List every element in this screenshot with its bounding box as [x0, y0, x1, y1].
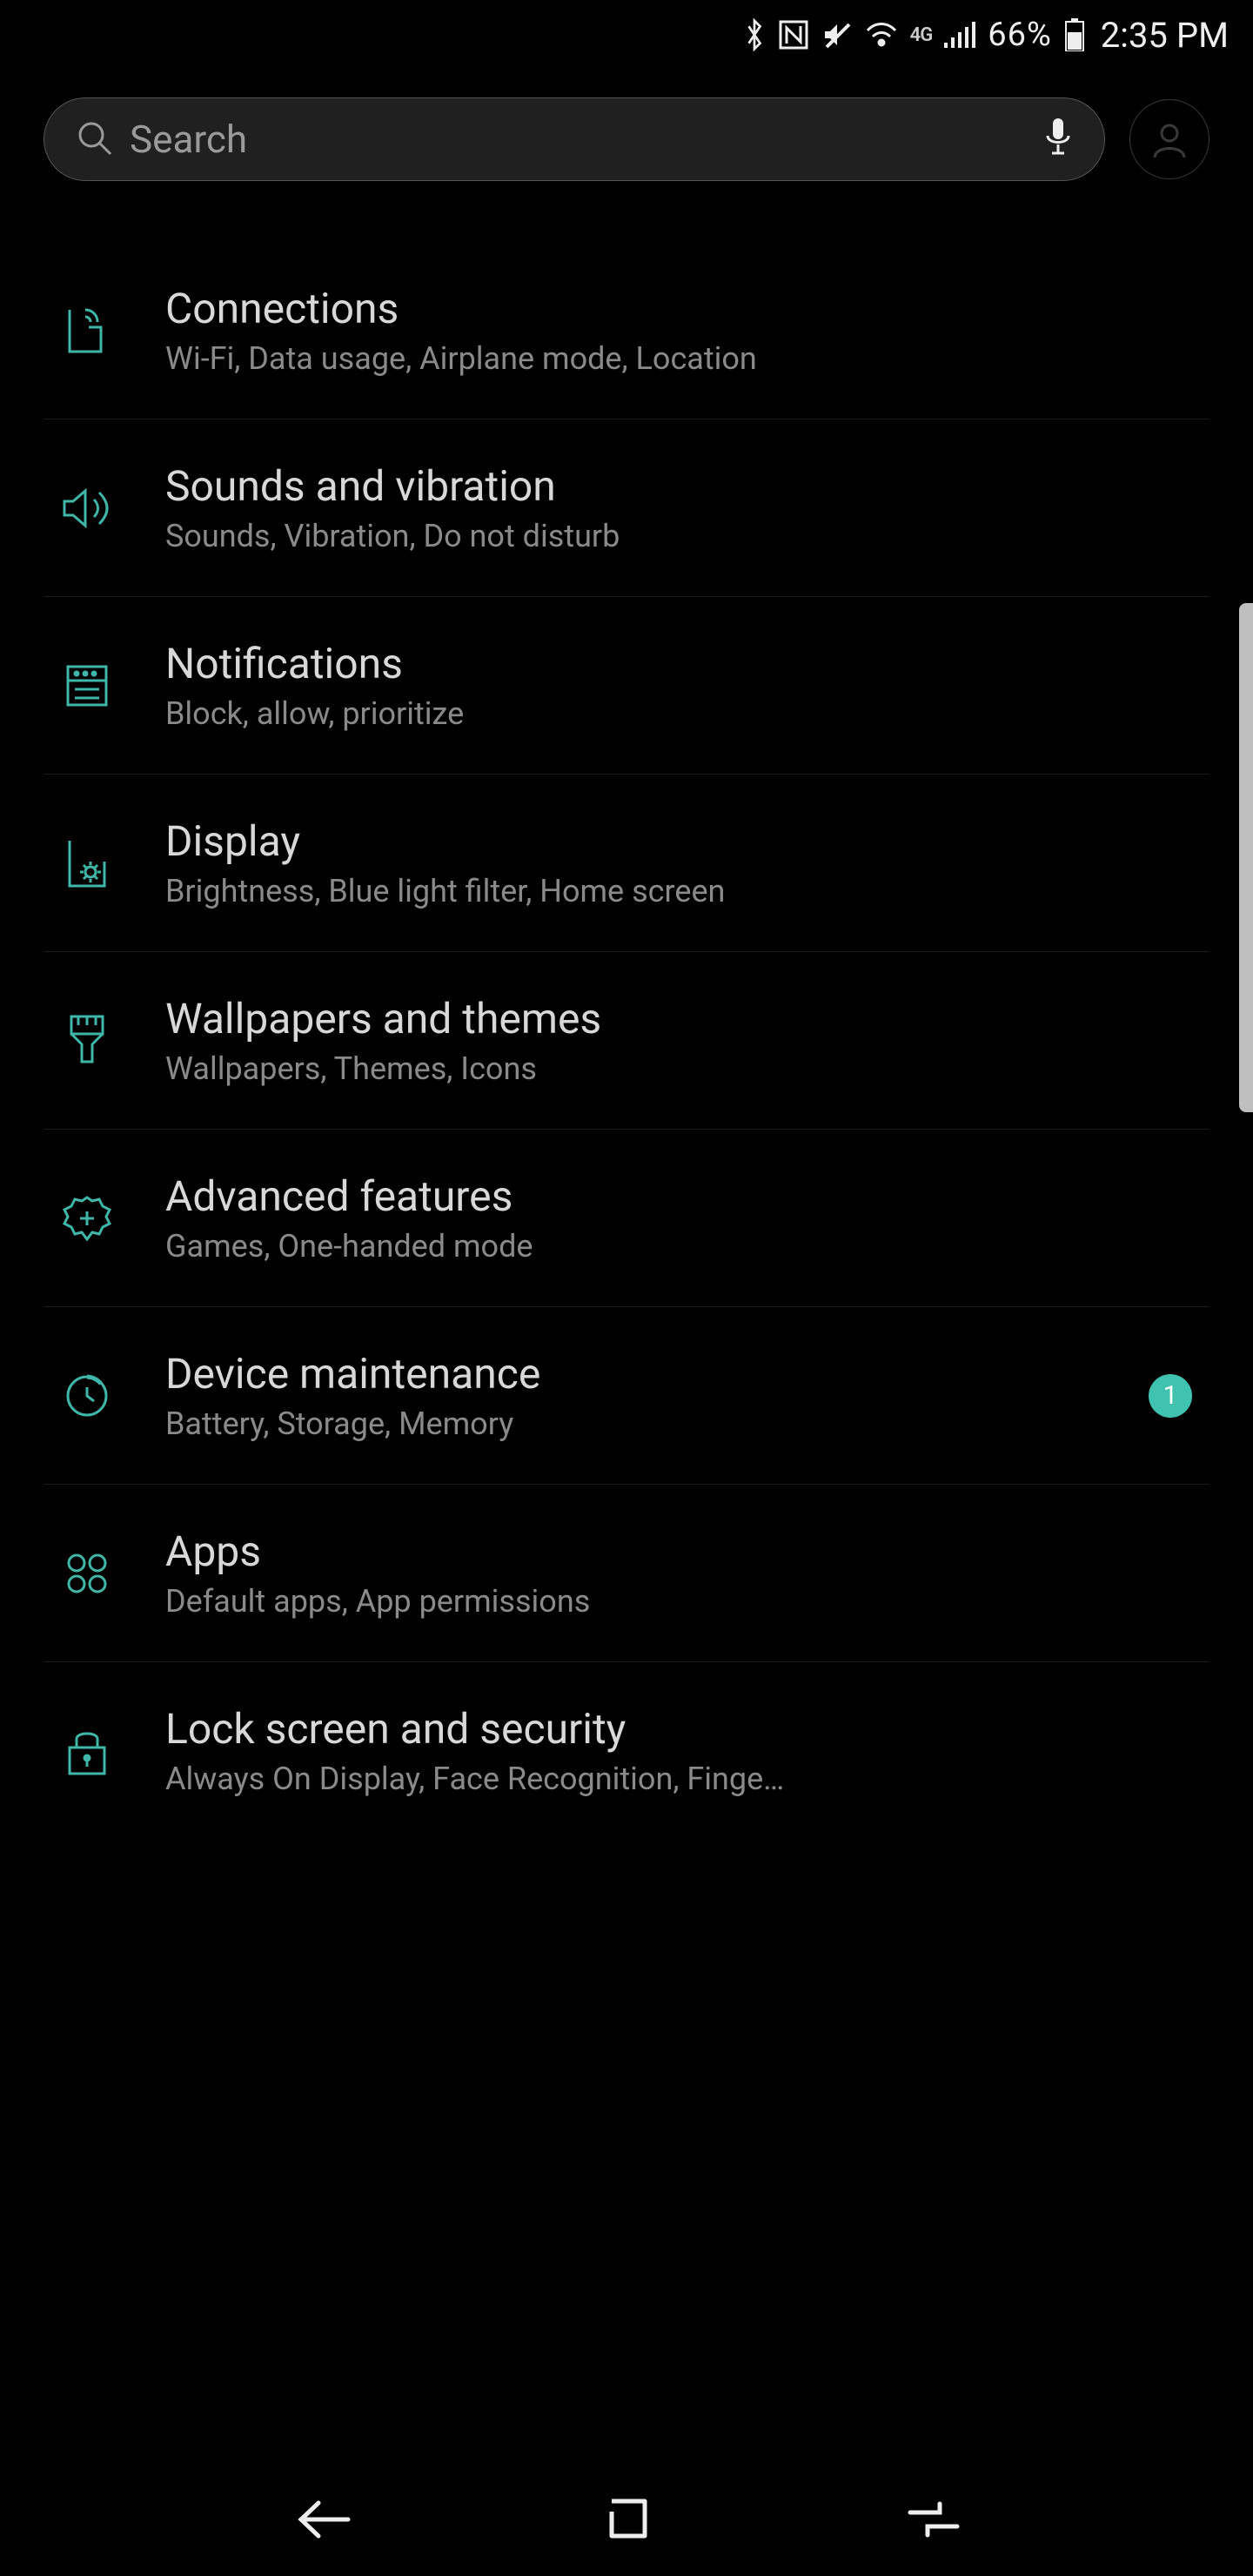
- settings-item-subtitle: Sounds, Vibration, Do not disturb: [165, 518, 1209, 554]
- back-button[interactable]: [291, 2496, 352, 2543]
- settings-item-title: Sounds and vibration: [165, 461, 1209, 511]
- settings-item-wallpapers[interactable]: Wallpapers and themes Wallpapers, Themes…: [44, 952, 1209, 1130]
- settings-item-advanced[interactable]: Advanced features Games, One-handed mode: [44, 1130, 1209, 1307]
- settings-item-subtitle: Games, One-handed mode: [165, 1228, 1209, 1265]
- lock-icon: [52, 1716, 122, 1786]
- settings-item-title: Advanced features: [165, 1171, 1209, 1221]
- settings-item-title: Lock screen and security: [165, 1704, 1209, 1754]
- gear-plus-icon: [52, 1184, 122, 1253]
- home-button[interactable]: [603, 2494, 653, 2545]
- brush-icon: [52, 1006, 122, 1076]
- settings-item-maintenance[interactable]: Device maintenance Battery, Storage, Mem…: [44, 1307, 1209, 1485]
- microphone-icon[interactable]: [1043, 117, 1073, 162]
- bluetooth-icon: [743, 17, 766, 52]
- settings-item-sounds[interactable]: Sounds and vibration Sounds, Vibration, …: [44, 419, 1209, 597]
- scrollbar-thumb[interactable]: [1239, 603, 1253, 1112]
- recents-button[interactable]: [905, 2500, 962, 2539]
- settings-item-title: Notifications: [165, 639, 1209, 688]
- network-type-icon: 4G: [910, 24, 933, 46]
- status-bar: 4G 66% 2:35 PM: [0, 0, 1253, 70]
- connections-icon: [52, 296, 122, 366]
- settings-item-connections[interactable]: Connections Wi-Fi, Data usage, Airplane …: [44, 242, 1209, 419]
- search-placeholder: Search: [130, 117, 1026, 162]
- apps-icon: [52, 1539, 122, 1608]
- settings-item-title: Connections: [165, 284, 1209, 333]
- settings-item-title: Display: [165, 816, 1209, 866]
- battery-icon: [1064, 18, 1085, 51]
- mute-icon: [821, 19, 853, 50]
- display-icon: [52, 828, 122, 898]
- settings-item-apps[interactable]: Apps Default apps, App permissions: [44, 1485, 1209, 1662]
- settings-item-subtitle: Brightness, Blue light filter, Home scre…: [165, 873, 1209, 909]
- search-row: Search: [0, 97, 1253, 181]
- battery-percent: 66%: [988, 16, 1052, 54]
- settings-item-subtitle: Always On Display, Face Recognition, Fin…: [165, 1761, 1209, 1797]
- settings-item-title: Device maintenance: [165, 1349, 1105, 1399]
- notification-badge: 1: [1149, 1374, 1192, 1418]
- settings-item-subtitle: Wi-Fi, Data usage, Airplane mode, Locati…: [165, 340, 1209, 377]
- settings-item-display[interactable]: Display Brightness, Blue light filter, H…: [44, 775, 1209, 952]
- settings-item-title: Apps: [165, 1526, 1209, 1576]
- nfc-icon: [778, 19, 809, 50]
- profile-button[interactable]: [1129, 99, 1209, 179]
- sound-icon: [52, 473, 122, 543]
- clock-text: 2:35 PM: [1101, 15, 1229, 56]
- settings-item-lockscreen[interactable]: Lock screen and security Always On Displ…: [44, 1662, 1209, 1839]
- settings-item-subtitle: Default apps, App permissions: [165, 1583, 1209, 1620]
- maintenance-icon: [52, 1361, 122, 1431]
- wifi-icon: [865, 22, 898, 48]
- settings-item-subtitle: Wallpapers, Themes, Icons: [165, 1050, 1209, 1087]
- navigation-bar: [0, 2463, 1253, 2576]
- notifications-icon: [52, 651, 122, 721]
- search-icon: [76, 119, 112, 159]
- settings-item-notifications[interactable]: Notifications Block, allow, prioritize: [44, 597, 1209, 775]
- signal-icon: [944, 22, 975, 48]
- settings-item-title: Wallpapers and themes: [165, 994, 1209, 1043]
- settings-item-subtitle: Battery, Storage, Memory: [165, 1405, 1105, 1442]
- settings-item-subtitle: Block, allow, prioritize: [165, 695, 1209, 732]
- settings-list: Connections Wi-Fi, Data usage, Airplane …: [0, 242, 1253, 1839]
- search-input[interactable]: Search: [44, 97, 1105, 181]
